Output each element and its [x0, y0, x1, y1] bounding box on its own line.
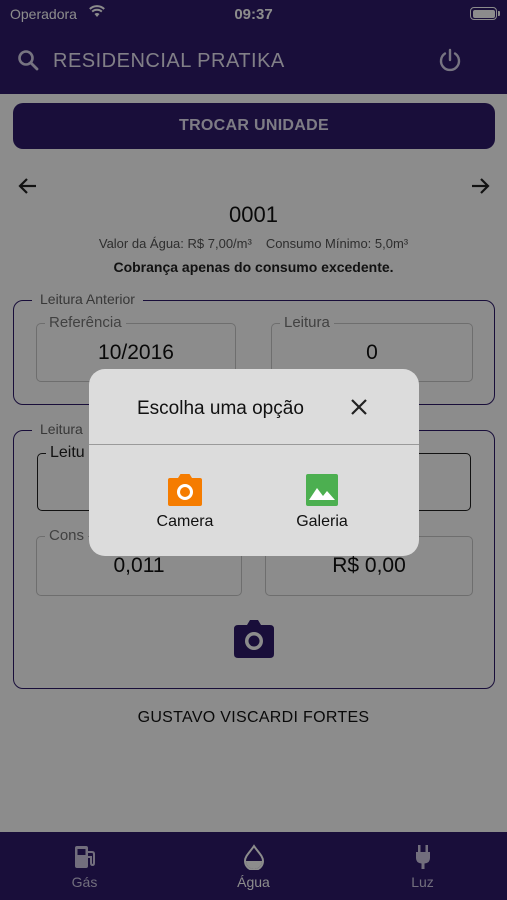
app-screen: Operadora 09:37 RESIDENCIAL PRATIKA TROC…: [0, 0, 507, 900]
choose-option-dialog: Escolha uma opção Camera Galeria: [89, 369, 419, 556]
gallery-option-label: Galeria: [296, 513, 348, 530]
close-icon[interactable]: [348, 396, 370, 418]
camera-option-label: Camera: [156, 513, 214, 530]
gallery-option-button[interactable]: Galeria: [262, 469, 382, 539]
camera-icon: [167, 473, 203, 507]
dialog-divider: [89, 444, 419, 445]
dialog-title: Escolha uma opção: [137, 398, 304, 419]
camera-option-button[interactable]: Camera: [125, 469, 245, 539]
image-icon: [304, 473, 340, 507]
